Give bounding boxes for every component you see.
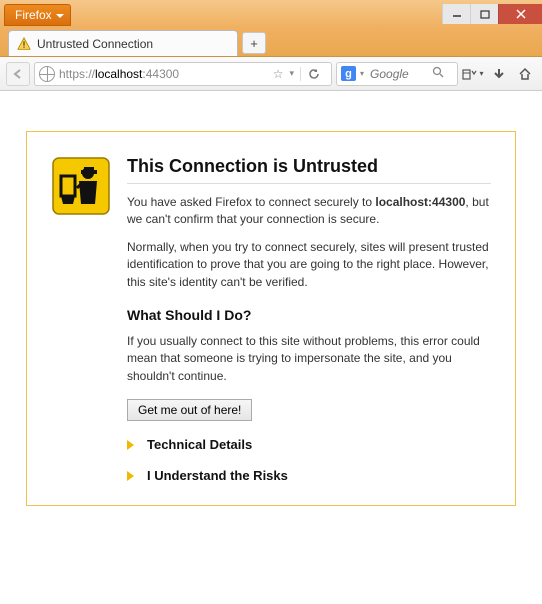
tab-bar: Untrusted Connection + xyxy=(0,28,542,57)
url-bar[interactable]: https://localhost:44300 ☆ ▾ xyxy=(34,62,332,86)
alert-body: This Connection is Untrusted You have as… xyxy=(127,156,491,483)
firefox-menu-button[interactable]: Firefox xyxy=(4,4,71,26)
google-icon: g xyxy=(341,66,356,81)
chevron-right-icon xyxy=(127,471,139,481)
technical-details-expander[interactable]: Technical Details xyxy=(127,437,491,452)
search-go-icon[interactable] xyxy=(432,66,444,81)
window-close-button[interactable] xyxy=(498,4,542,24)
page-content: This Connection is Untrusted You have as… xyxy=(0,91,542,532)
understand-risks-label: I Understand the Risks xyxy=(147,468,288,483)
search-input[interactable] xyxy=(368,66,428,82)
downloads-button[interactable] xyxy=(488,63,510,85)
understand-risks-expander[interactable]: I Understand the Risks xyxy=(127,468,491,483)
alert-icon xyxy=(17,37,31,51)
page-title: This Connection is Untrusted xyxy=(127,156,491,184)
window-titlebar: Firefox xyxy=(0,0,542,28)
navigation-toolbar: https://localhost:44300 ☆ ▾ g ▾ ▾ xyxy=(0,57,542,91)
explanation-text: Normally, when you try to connect secure… xyxy=(127,239,491,291)
home-button[interactable] xyxy=(514,63,536,85)
new-tab-button[interactable]: + xyxy=(242,32,266,54)
history-dropdown-icon[interactable]: ▾ xyxy=(289,68,294,79)
window-controls xyxy=(442,4,542,24)
bookmark-star-icon[interactable]: ☆ xyxy=(273,67,284,81)
technical-details-label: Technical Details xyxy=(147,437,252,452)
tab-active[interactable]: Untrusted Connection xyxy=(8,30,238,56)
globe-icon xyxy=(39,66,55,82)
url-text: https://localhost:44300 xyxy=(59,67,269,81)
firefox-menu-label: Firefox xyxy=(15,8,52,22)
tab-title: Untrusted Connection xyxy=(37,37,153,51)
security-officer-icon xyxy=(51,156,111,216)
back-button[interactable] xyxy=(6,62,30,86)
reload-button[interactable] xyxy=(300,67,327,81)
untrusted-connection-panel: This Connection is Untrusted You have as… xyxy=(26,131,516,506)
advice-text: If you usually connect to this site with… xyxy=(127,333,491,385)
window-minimize-button[interactable] xyxy=(442,4,470,24)
search-box[interactable]: g ▾ xyxy=(336,62,458,86)
intro-text: You have asked Firefox to connect secure… xyxy=(127,194,491,229)
chevron-right-icon xyxy=(127,440,139,450)
get-me-out-button[interactable]: Get me out of here! xyxy=(127,399,252,421)
search-engine-dropdown-icon[interactable]: ▾ xyxy=(360,69,364,78)
window-maximize-button[interactable] xyxy=(470,4,498,24)
bookmarks-menu-button[interactable]: ▾ xyxy=(462,63,484,85)
url-actions: ☆ ▾ xyxy=(273,67,327,81)
subheading: What Should I Do? xyxy=(127,307,491,323)
